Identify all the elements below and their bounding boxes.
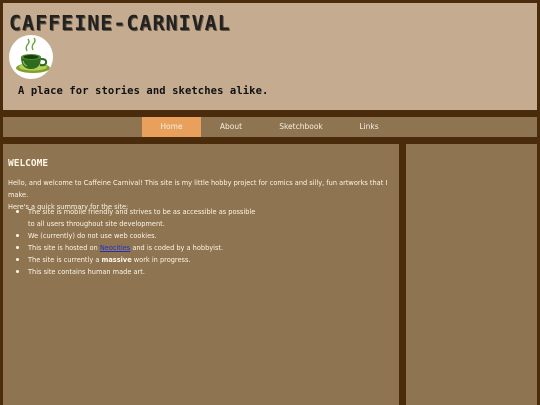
- list-item: This site is hosted on Neocities and is …: [8, 242, 388, 254]
- main-content: WELCOME Hello, and welcome to Caffeine C…: [3, 144, 399, 405]
- site-header: CAFFEINE-CARNIVAL A place for stories an…: [3, 3, 537, 110]
- list-item-text: This site contains human made art.: [28, 268, 145, 276]
- site-title: CAFFEINE-CARNIVAL: [9, 11, 231, 35]
- list-item-text: work in progress.: [131, 256, 191, 264]
- site-tagline: A place for stories and sketches alike.: [18, 85, 269, 97]
- sidebar-panel: [406, 144, 537, 405]
- list-item-text: We (currently) do not use web cookies.: [28, 232, 157, 240]
- nav-about[interactable]: About: [201, 117, 261, 137]
- neocities-link[interactable]: Neocities: [100, 244, 130, 252]
- emphasis-text: massive: [101, 256, 132, 264]
- list-item-text: The site is mobile friendly and strives …: [28, 208, 256, 216]
- list-item-text: to all users throughout site development…: [28, 220, 165, 228]
- nav-sketchbook[interactable]: Sketchbook: [269, 117, 333, 137]
- list-item-text: and is coded by a hobbyist.: [130, 244, 224, 252]
- nav-links[interactable]: Links: [339, 117, 399, 137]
- nav-home[interactable]: Home: [142, 117, 201, 137]
- coffee-cup-logo-icon[interactable]: [9, 35, 53, 79]
- list-item-text: The site is currently a: [28, 256, 102, 264]
- welcome-heading: WELCOME: [8, 158, 49, 169]
- list-item-text: This site is hosted on: [28, 244, 100, 252]
- summary-list: The site is mobile friendly and strives …: [8, 206, 388, 278]
- list-item: The site is mobile friendly and strives …: [8, 206, 388, 230]
- main-nav: Home About Sketchbook Links: [3, 117, 537, 137]
- list-item: This site contains human made art.: [8, 266, 388, 278]
- intro-line-1: Hello, and welcome to Caffeine Carnival!…: [8, 179, 388, 199]
- list-item: We (currently) do not use web cookies.: [8, 230, 388, 242]
- list-item: The site is currently a massive work in …: [8, 254, 388, 266]
